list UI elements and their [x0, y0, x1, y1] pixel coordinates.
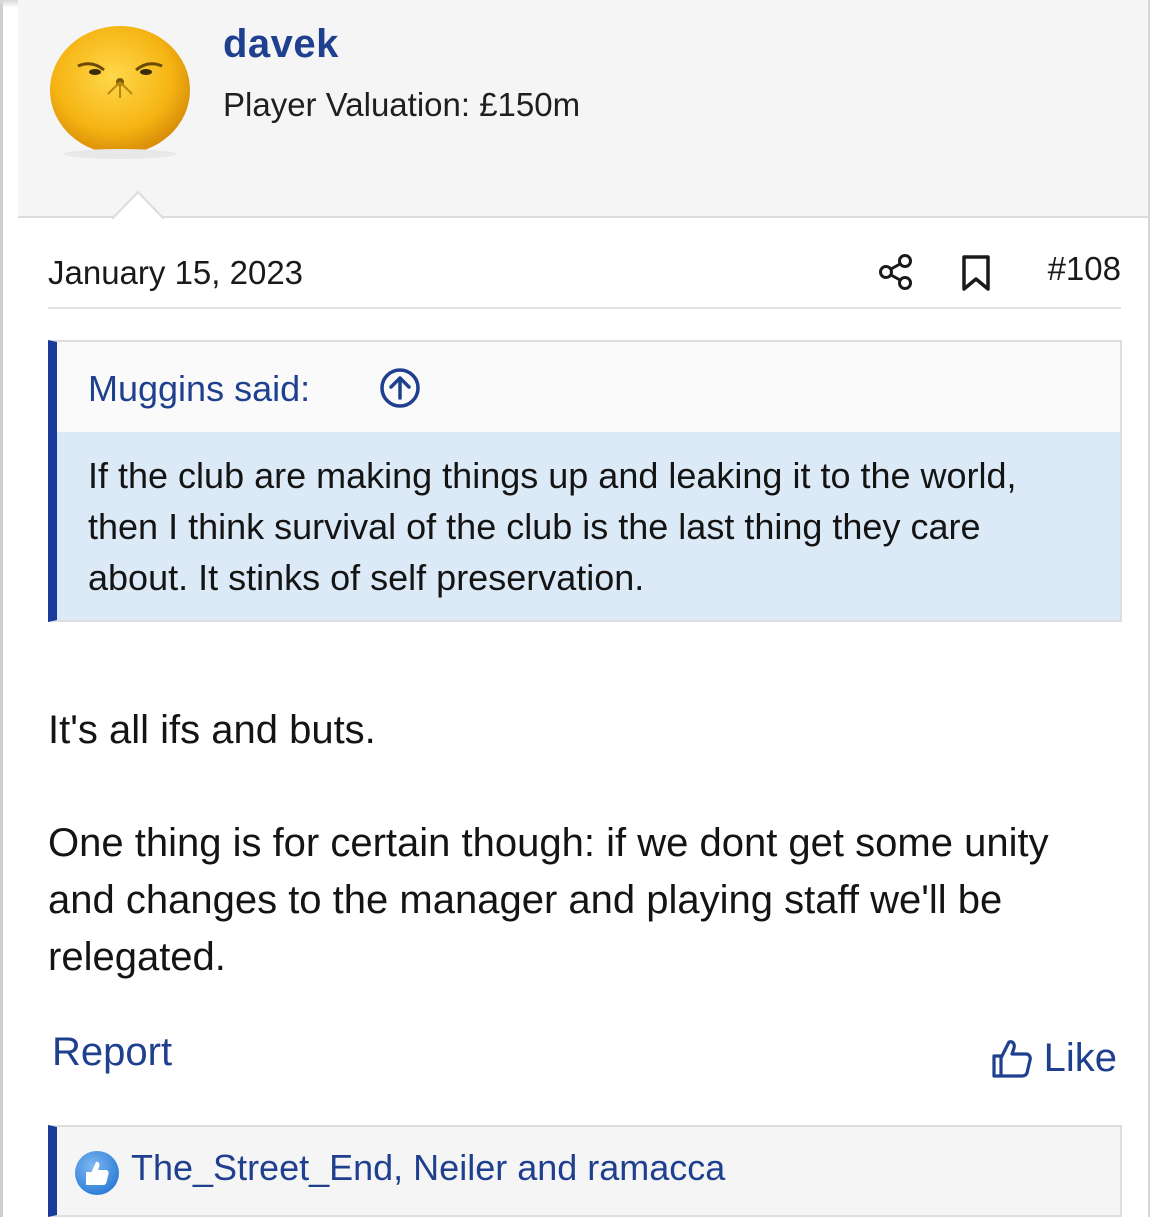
window-edge-right	[1148, 0, 1170, 1217]
reactions-bar: The_Street_End, Neiler and ramacca	[48, 1125, 1122, 1217]
user-header: davek Player Valuation: £150m	[18, 0, 1152, 219]
like-label: Like	[1043, 1035, 1117, 1080]
quote-block: Muggins said: If the club are making thi…	[48, 340, 1122, 622]
like-reaction-icon[interactable]	[73, 1149, 121, 1197]
window-edge-left	[0, 0, 3, 1217]
post-date[interactable]: January 15, 2023	[48, 254, 303, 292]
like-button[interactable]: Like	[990, 1032, 1117, 1084]
message-paragraph: One thing is for certain though: if we d…	[48, 821, 1049, 979]
quote-author[interactable]: Muggins said:	[88, 368, 310, 410]
share-icon[interactable]	[876, 252, 916, 292]
thumbs-up-icon	[992, 1040, 1032, 1078]
arrow-circle-up-icon[interactable]	[378, 366, 422, 410]
quote-header: Muggins said:	[57, 342, 1120, 432]
user-title: Player Valuation: £150m	[223, 86, 581, 123]
report-link[interactable]: Report	[52, 1030, 172, 1075]
message-pointer-arrow	[112, 190, 164, 219]
reaction-users[interactable]: The_Street_End, Neiler and ramacca	[131, 1147, 725, 1189]
quote-text: If the club are making things up and lea…	[57, 432, 1120, 620]
avatar[interactable]	[48, 24, 192, 160]
username[interactable]: davek	[223, 22, 339, 67]
post-message: It's all ifs and buts. One thing is for …	[48, 702, 1108, 986]
message-paragraph: It's all ifs and buts.	[48, 708, 376, 752]
bookmark-icon[interactable]	[958, 254, 994, 292]
post-number-link[interactable]: #108	[1048, 250, 1121, 288]
post-attribution: January 15, 2023 #108	[48, 245, 1121, 309]
